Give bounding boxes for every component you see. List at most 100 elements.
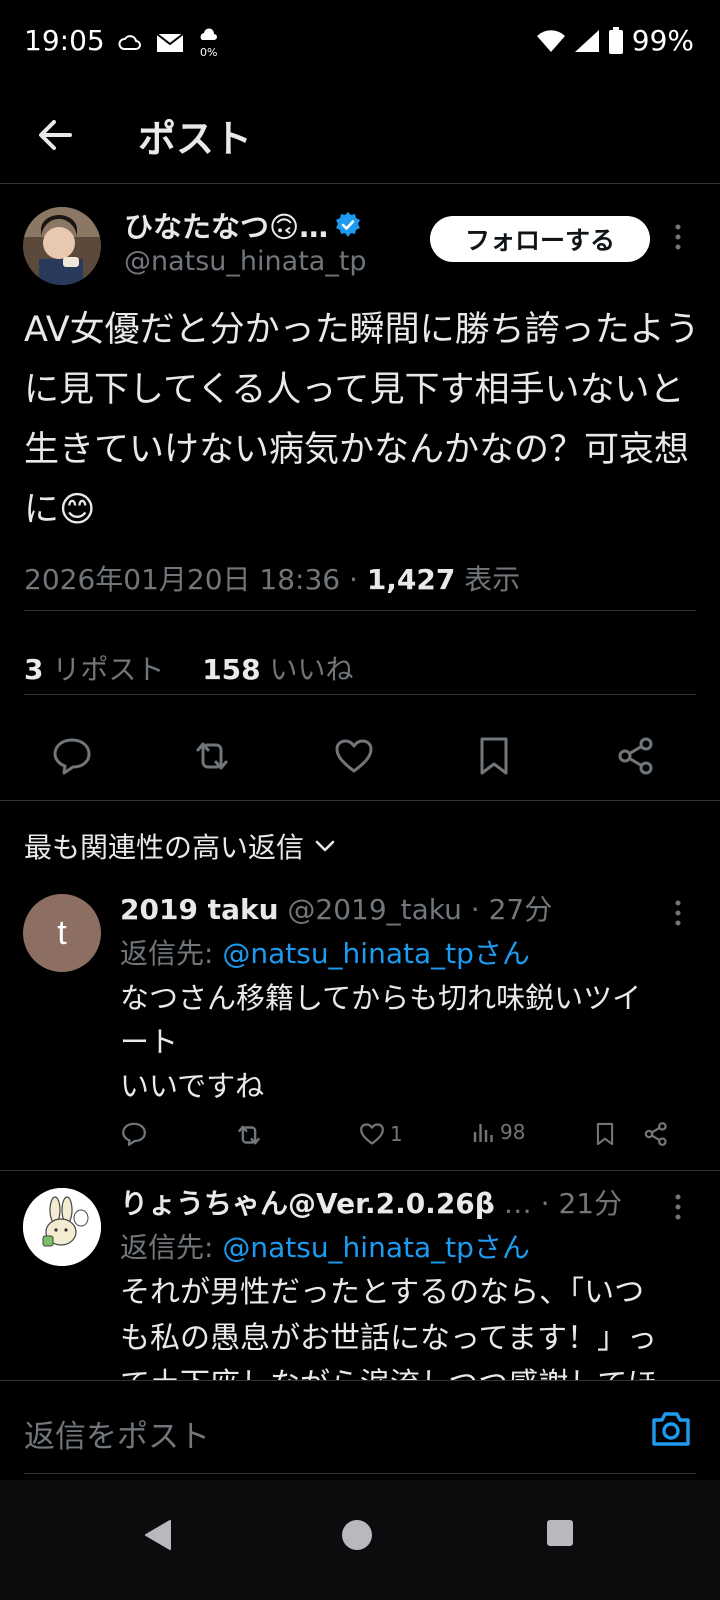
heart-icon [360, 1123, 384, 1145]
reply-text: それが男性だったとするのなら、「いつ も私の愚息がお世話になってます！」っ て土… [120, 1270, 700, 1380]
chevron-down-icon [315, 840, 335, 852]
reply-text-line: いいですね [120, 1069, 265, 1103]
camera-icon [652, 1412, 690, 1446]
author-name-text: ひなたなつ🙃… [124, 210, 329, 244]
like-count-link[interactable]: 158 いいね [202, 653, 353, 686]
svg-text:0%: 0% [200, 46, 217, 58]
wifi-icon [536, 29, 565, 52]
status-system-icons: 99% [536, 24, 694, 57]
status-time: 19:05 [24, 24, 105, 57]
signal-icon [574, 29, 599, 52]
reply-to-line: 返信先: @natsu_hinata_tpさん [120, 1226, 530, 1266]
reply-to-prefix: 返信先: [120, 937, 223, 970]
author-photo [23, 207, 101, 285]
post-text: AV女優だと分かった瞬間に勝ち誇ったように見下してくる人って見下す相手いないと生… [24, 310, 700, 530]
heart-icon [335, 739, 373, 773]
reply-repost-button[interactable] [234, 1120, 264, 1150]
reply-avatar-letter: t [57, 913, 67, 952]
bookmark-button[interactable] [472, 734, 516, 778]
reply-author-name[interactable]: 2019 taku [120, 893, 279, 926]
author-name[interactable]: ひなたなつ🙃… [124, 204, 362, 246]
share-icon [644, 1122, 667, 1146]
bookmark-icon [596, 1122, 614, 1146]
repost-count-link[interactable]: 3 リポスト [24, 653, 164, 686]
analytics-icon [473, 1124, 493, 1142]
reply-view-count: 98 [500, 1120, 526, 1144]
replies-sort-dropdown[interactable]: 最も関連性の高い返信 [24, 826, 336, 866]
nav-home-button[interactable] [340, 1518, 374, 1556]
repost-icon [238, 1125, 260, 1145]
top-app-bar: ポスト [0, 88, 720, 184]
reply-avatar[interactable]: t [23, 894, 101, 972]
battery-percent: 99% [631, 24, 694, 57]
nav-back-button[interactable] [142, 1518, 174, 1556]
comment-icon [53, 738, 91, 775]
arrow-left-icon [39, 120, 72, 150]
reply-share-button[interactable] [642, 1120, 670, 1148]
more-vertical-icon [675, 1194, 681, 1220]
compose-underline [24, 1473, 696, 1474]
verified-badge-icon [336, 212, 361, 237]
section-divider [0, 800, 720, 801]
reply-item[interactable]: t 2019 taku @2019_taku · 27分 返信先: @natsu… [0, 880, 720, 1170]
reply-like-count: 1 [390, 1122, 403, 1146]
reply-views-button[interactable]: 98 [472, 1120, 525, 1144]
reply-to-line: 返信先: @natsu_hinata_tpさん [120, 932, 530, 972]
reply-to-mention[interactable]: @natsu_hinata_tpさん [222, 1231, 530, 1264]
repost-icon [196, 742, 228, 770]
reply-text-line: も私の愚息がお世話になってます！」っ [120, 1321, 657, 1356]
replies-sort-label: 最も関連性の高い返信 [24, 831, 305, 864]
reply-author-handle-time: … · 21分 [494, 1187, 623, 1220]
reply-more-button[interactable] [672, 898, 684, 932]
reply-compose-input[interactable]: 返信をポスト [24, 1411, 210, 1456]
share-button[interactable] [614, 734, 658, 778]
repost-button[interactable] [190, 734, 234, 778]
bookmark-icon [480, 737, 508, 775]
divider [0, 1170, 720, 1171]
share-icon [618, 737, 653, 775]
reply-author-name[interactable]: りょうちゃん@Ver.2.0.26β [120, 1187, 495, 1220]
reply-to-mention[interactable]: @natsu_hinata_tpさん [222, 937, 530, 970]
nav-recents-button[interactable] [545, 1518, 575, 1552]
battery-icon [608, 26, 623, 54]
cloud-icon [118, 35, 141, 50]
reply-text: なつさん移籍してからも切れ味鋭いツイ ート いいですね [120, 976, 700, 1108]
reply-text-line: それが男性だったとするのなら、「いつ [120, 1275, 645, 1310]
repost-count-label: リポスト [43, 653, 165, 686]
more-vertical-icon [675, 224, 681, 250]
like-button[interactable] [332, 734, 376, 778]
camera-button[interactable] [650, 1409, 692, 1453]
comment-icon [122, 1122, 146, 1146]
post-action-bar [0, 720, 720, 792]
reply-item[interactable]: りょうちゃん@Ver.2.0.26β … · 21分 返信先: @natsu_h… [0, 1174, 720, 1380]
repost-count: 3 [24, 653, 44, 686]
divider [24, 694, 696, 695]
reply-reply-button[interactable] [120, 1120, 148, 1148]
follow-button[interactable]: フォローする [430, 216, 650, 262]
reply-button[interactable] [50, 734, 94, 778]
system-navigation-bar [0, 1480, 720, 1600]
rabbit-character-avatar [23, 1188, 101, 1266]
post-more-button[interactable] [672, 222, 684, 256]
rain-percent-icon: 0% [200, 28, 217, 58]
square-recents-icon [547, 1520, 573, 1546]
like-count: 158 [202, 653, 261, 686]
reply-text-line: なつさん移籍してからも切れ味鋭いツイ [120, 981, 642, 1015]
mail-icon [156, 33, 184, 52]
author-avatar[interactable] [23, 207, 101, 285]
reply-avatar[interactable] [23, 1188, 101, 1266]
like-count-label: いいね [260, 653, 354, 686]
reply-more-button[interactable] [672, 1192, 684, 1226]
post-views-label: 表示 [455, 563, 521, 596]
engagement-counts: 3 リポスト 158 いいね [24, 648, 354, 688]
author-handle[interactable]: @natsu_hinata_tp [124, 246, 367, 277]
reply-text-line: ート [120, 1025, 179, 1059]
triangle-back-icon [145, 1520, 171, 1550]
post-meta: 2026年01月20日 18:36 · 1,427 表示 [24, 558, 520, 598]
back-button[interactable] [30, 110, 80, 160]
reply-bookmark-button[interactable] [592, 1120, 618, 1148]
reply-header: りょうちゃん@Ver.2.0.26β … · 21分 [120, 1182, 622, 1222]
reply-author-handle-time: @2019_taku · 27分 [278, 893, 553, 926]
reply-like-button[interactable]: 1 [358, 1120, 403, 1148]
more-vertical-icon [675, 900, 681, 926]
